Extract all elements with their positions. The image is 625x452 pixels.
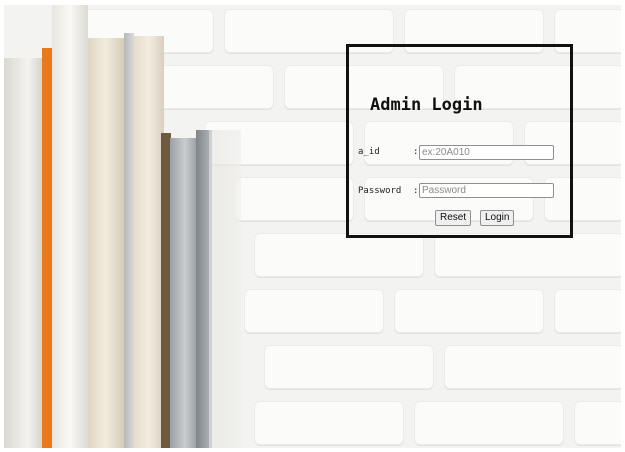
- books-image: [4, 5, 254, 448]
- id-colon: :: [413, 147, 419, 157]
- login-button[interactable]: Login: [480, 210, 515, 226]
- login-title: Admin Login: [370, 95, 483, 115]
- login-panel: Admin Login a_id : Password : Reset Logi…: [346, 44, 573, 238]
- password-input[interactable]: [419, 183, 554, 198]
- password-colon: :: [413, 186, 419, 196]
- password-label: Password: [358, 186, 402, 196]
- reset-button[interactable]: Reset: [435, 210, 472, 226]
- admin-id-input[interactable]: [419, 145, 554, 160]
- id-label: a_id: [358, 147, 380, 157]
